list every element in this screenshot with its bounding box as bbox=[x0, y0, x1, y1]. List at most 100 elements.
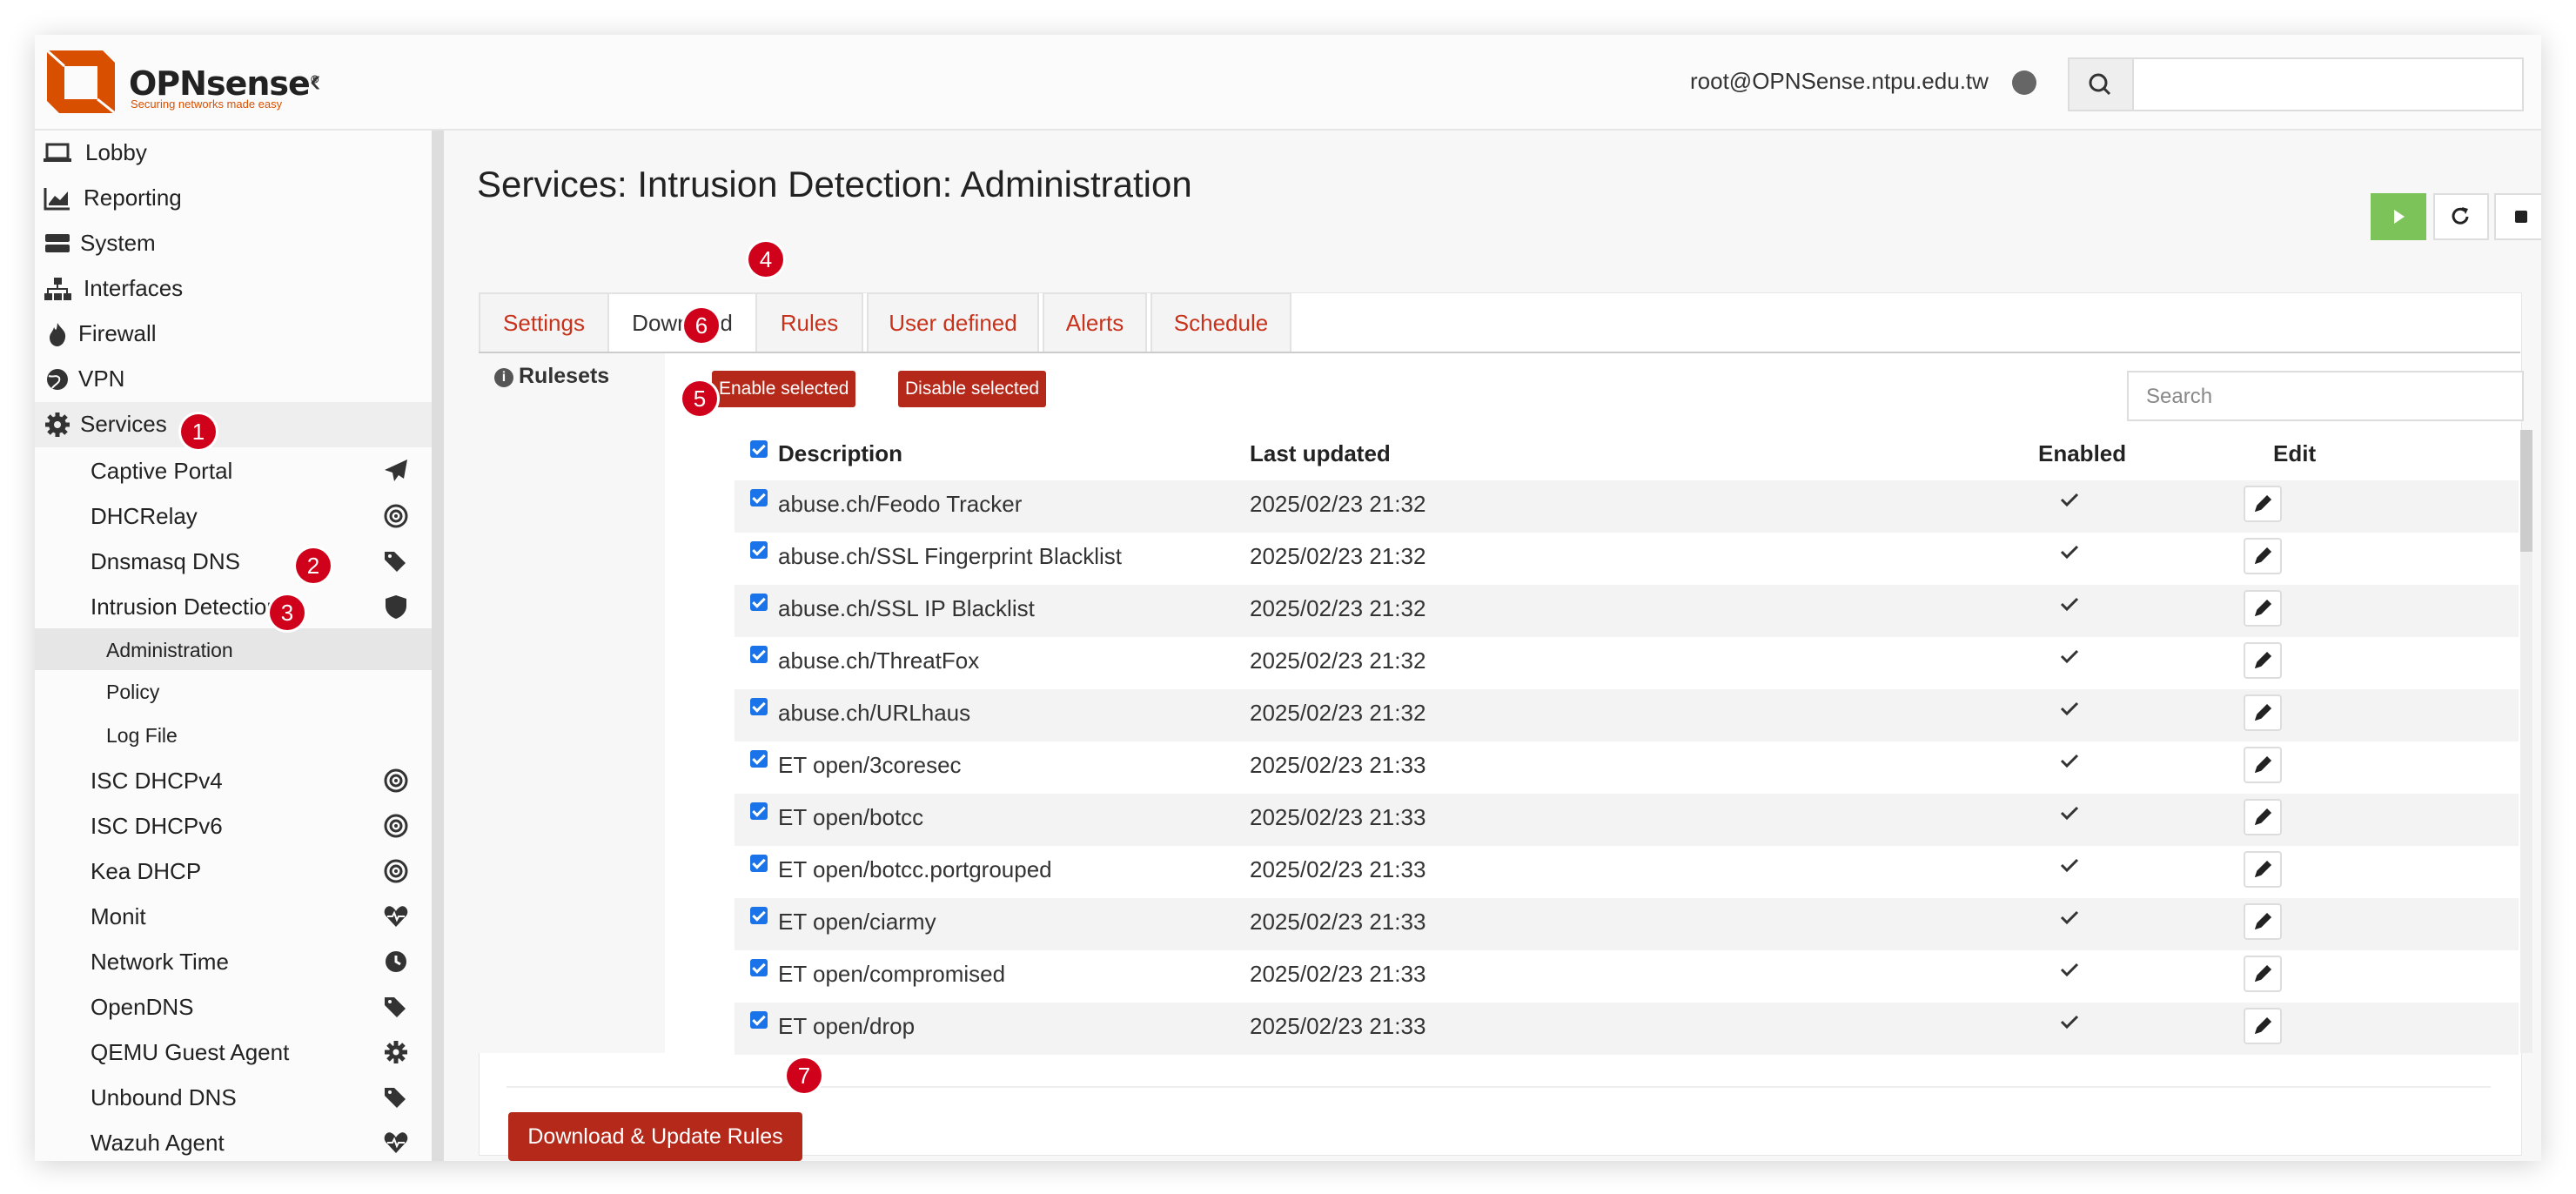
sidebar-item-system[interactable]: System bbox=[35, 221, 432, 266]
sidebar-item-captive-portal[interactable]: Captive Portal bbox=[35, 447, 432, 493]
row-checkbox[interactable] bbox=[750, 959, 768, 976]
sidebar-item-services[interactable]: Services bbox=[35, 402, 432, 447]
sidebar-item-network-time[interactable]: Network Time bbox=[35, 938, 432, 983]
row-checkbox[interactable] bbox=[750, 855, 768, 872]
sidebar-item-intrusion-detection[interactable]: Intrusion Detection bbox=[35, 583, 432, 628]
sidebar-item-wazuh-agent[interactable]: Wazuh Agent bbox=[35, 1119, 432, 1161]
edit-button[interactable] bbox=[2244, 694, 2282, 731]
tab-rules[interactable]: Rules bbox=[755, 292, 863, 352]
cell-last-updated: 2025/02/23 21:33 bbox=[1250, 804, 1426, 830]
pencil-icon bbox=[2254, 1016, 2272, 1035]
restart-service-button[interactable] bbox=[2433, 193, 2489, 240]
download-update-rules-button[interactable]: Download & Update Rules bbox=[508, 1112, 802, 1161]
sidebar-item-dhcrelay[interactable]: DHCRelay bbox=[35, 493, 432, 538]
table-row[interactable]: abuse.ch/SSL IP Blacklist 2025/02/23 21:3… bbox=[735, 585, 2519, 637]
sidebar-item-qemu-guest-agent[interactable]: QEMU Guest Agent bbox=[35, 1029, 432, 1074]
table-row[interactable]: abuse.ch/SSL Fingerprint Blacklist 2025/0… bbox=[735, 533, 2519, 585]
row-checkbox[interactable] bbox=[750, 541, 768, 559]
start-service-button[interactable] bbox=[2371, 193, 2426, 240]
sidebar-item-monit[interactable]: Monit bbox=[35, 893, 432, 938]
cell-description: abuse.ch/ThreatFox bbox=[778, 647, 980, 674]
table-row[interactable]: ET open/ciarmy 2025/02/23 21:33 bbox=[735, 898, 2519, 950]
disable-selected-button[interactable]: Disable selected bbox=[898, 371, 1047, 407]
edit-button[interactable] bbox=[2244, 747, 2282, 783]
browser-window: OPNsense® Securing networks made easy ‹ … bbox=[35, 35, 2541, 1161]
sidebar-item-administration[interactable]: Administration bbox=[35, 628, 432, 670]
row-checkbox[interactable] bbox=[750, 750, 768, 768]
search-input[interactable] bbox=[2139, 66, 2508, 103]
tab-alerts[interactable]: Alerts bbox=[1043, 292, 1147, 352]
cell-description: abuse.ch/Feodo Tracker bbox=[778, 491, 1023, 517]
sidebar-item-isc-dhcpv4[interactable]: ISC DHCPv4 bbox=[35, 757, 432, 802]
opnsense-logo-icon[interactable] bbox=[42, 45, 120, 118]
grid-search-input[interactable]: Search bbox=[2127, 371, 2524, 421]
row-checkbox[interactable] bbox=[750, 1011, 768, 1029]
row-checkbox[interactable] bbox=[750, 594, 768, 611]
collapse-sidebar-icon[interactable]: ‹ bbox=[310, 63, 321, 100]
global-search[interactable] bbox=[2068, 57, 2524, 111]
sidebar-item-unbound-dns[interactable]: Unbound DNS bbox=[35, 1074, 432, 1119]
sidebar-item-dnsmasq-dns[interactable]: Dnsmasq DNS bbox=[35, 538, 432, 583]
info-icon[interactable]: i bbox=[494, 368, 513, 387]
sidebar-item-label: Captive Portal bbox=[91, 458, 233, 484]
edit-button[interactable] bbox=[2244, 538, 2282, 574]
table-row[interactable]: ET open/botcc 2025/02/23 21:33 bbox=[735, 794, 2519, 846]
sidebar-item-reporting[interactable]: Reporting bbox=[35, 176, 432, 221]
sidebar-item-vpn[interactable]: VPN bbox=[35, 357, 432, 402]
tab-underline bbox=[479, 352, 2520, 353]
sidebar-item-policy[interactable]: Policy bbox=[35, 670, 432, 712]
table-scrollbar[interactable] bbox=[2520, 430, 2532, 1053]
cell-description: ET open/ciarmy bbox=[778, 909, 936, 935]
sidebar-item-log-file[interactable]: Log File bbox=[35, 714, 432, 755]
row-checkbox[interactable] bbox=[750, 907, 768, 924]
tab-download[interactable]: Download bbox=[607, 292, 757, 353]
edit-button[interactable] bbox=[2244, 1008, 2282, 1044]
sidebar-item-isc-dhcpv6[interactable]: ISC DHCPv6 bbox=[35, 802, 432, 848]
edit-button[interactable] bbox=[2244, 486, 2282, 522]
user-label[interactable]: root@OPNSense.ntpu.edu.tw bbox=[1690, 68, 1989, 95]
edit-button[interactable] bbox=[2244, 956, 2282, 992]
table-scrollbar-thumb[interactable] bbox=[2520, 430, 2532, 552]
sidebar-item-lobby[interactable]: Lobby bbox=[35, 131, 432, 176]
stop-service-button[interactable] bbox=[2494, 193, 2541, 240]
sidebar-item-opendns[interactable]: OpenDNS bbox=[35, 983, 432, 1029]
sidebar-item-firewall[interactable]: Firewall bbox=[35, 312, 432, 357]
page-title: Services: Intrusion Detection: Administr… bbox=[477, 164, 1192, 205]
table-row[interactable]: ET open/3coresec 2025/02/23 21:33 bbox=[735, 741, 2519, 794]
sidebar-item-interfaces[interactable]: Interfaces bbox=[35, 266, 432, 312]
table-row[interactable]: abuse.ch/URLhaus 2025/02/23 21:32 bbox=[735, 689, 2519, 741]
search-button[interactable] bbox=[2070, 59, 2134, 110]
sidebar-item-kea-dhcp[interactable]: Kea DHCP bbox=[35, 848, 432, 893]
sidebar-scrollbar[interactable] bbox=[432, 131, 444, 1161]
edit-button[interactable] bbox=[2244, 799, 2282, 835]
tab-schedule[interactable]: Schedule bbox=[1150, 292, 1291, 352]
table-row[interactable]: abuse.ch/Feodo Tracker 2025/02/23 21:32 bbox=[735, 480, 2519, 533]
edit-button[interactable] bbox=[2244, 903, 2282, 940]
table-row[interactable]: ET open/botcc.portgrouped 2025/02/23 21:3… bbox=[735, 846, 2519, 898]
row-checkbox[interactable] bbox=[750, 802, 768, 820]
column-header-description[interactable]: Description bbox=[778, 440, 902, 467]
cell-description: ET open/botcc bbox=[778, 804, 924, 830]
row-checkbox[interactable] bbox=[750, 489, 768, 506]
refresh-icon bbox=[2452, 207, 2469, 225]
table-row[interactable]: abuse.ch/ThreatFox 2025/02/23 21:32 bbox=[735, 637, 2519, 689]
enable-selected-button[interactable]: Enable selected bbox=[712, 371, 856, 407]
column-header-last-updated[interactable]: Last updated bbox=[1250, 440, 1391, 467]
row-checkbox[interactable] bbox=[750, 698, 768, 715]
enabled-check-icon bbox=[2060, 701, 2079, 716]
edit-button[interactable] bbox=[2244, 642, 2282, 679]
cell-last-updated: 2025/02/23 21:33 bbox=[1250, 752, 1426, 778]
table-row[interactable]: ET open/drop 2025/02/23 21:33 bbox=[735, 1003, 2519, 1055]
column-header-enabled[interactable]: Enabled bbox=[2038, 440, 2126, 467]
cell-last-updated: 2025/02/23 21:32 bbox=[1250, 595, 1426, 621]
tab-user-defined[interactable]: User defined bbox=[867, 292, 1039, 352]
sidebar-item-label: QEMU Guest Agent bbox=[91, 1039, 290, 1065]
select-all-checkbox[interactable] bbox=[750, 440, 768, 458]
row-checkbox[interactable] bbox=[750, 646, 768, 663]
table-row[interactable]: ET open/compromised 2025/02/23 21:33 bbox=[735, 950, 2519, 1003]
annotation-badge-1: 1 bbox=[181, 414, 216, 449]
tab-settings[interactable]: Settings bbox=[479, 292, 609, 352]
edit-button[interactable] bbox=[2244, 851, 2282, 888]
edit-button[interactable] bbox=[2244, 590, 2282, 627]
sidebar-item-label: Intrusion Detection bbox=[91, 594, 279, 620]
